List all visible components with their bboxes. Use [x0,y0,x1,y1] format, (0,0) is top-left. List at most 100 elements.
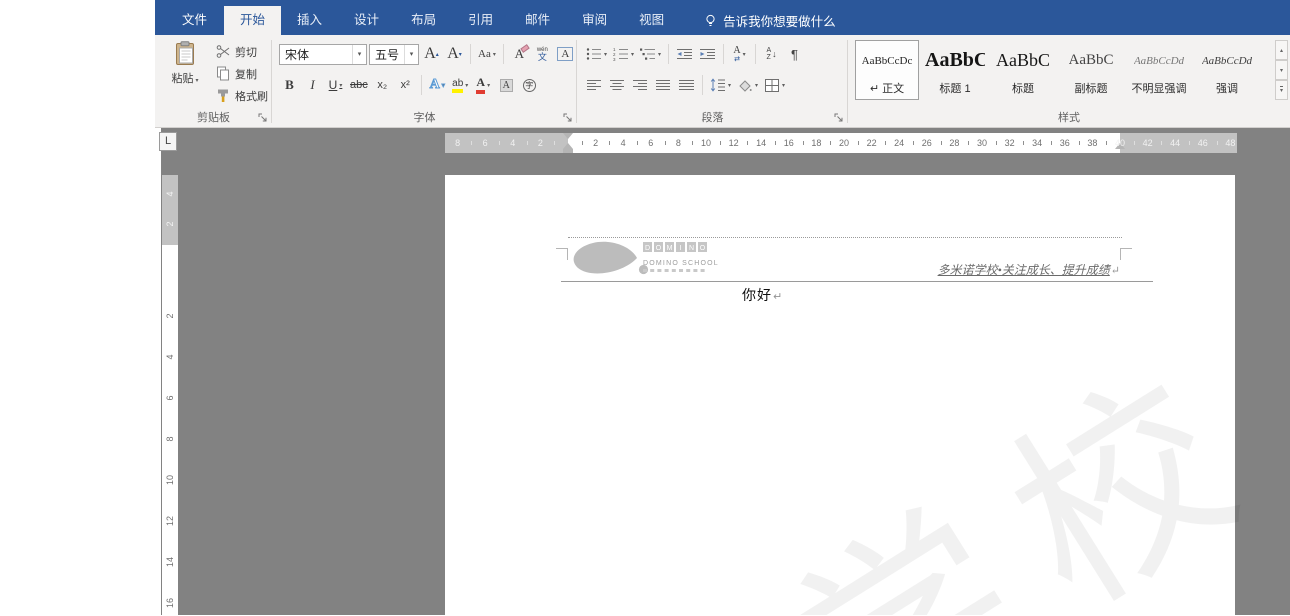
tab-file[interactable]: 文件 [165,6,224,35]
word-window: 文件 开始插入设计布局引用邮件审阅视图 告诉我你想要做什么 粘贴 剪切 [155,0,1290,616]
line-spacing-button[interactable] [708,74,733,96]
document-page[interactable]: 学校 DOMINO DOMINO SCHOOL 多米诺学校•关注成长、提升成绩↵… [445,175,1290,615]
sort-button[interactable]: A Z ↓ [761,43,782,65]
strikethrough-button[interactable]: abc [348,74,370,96]
styles-scroll-down-button[interactable] [1275,60,1288,80]
align-center-button[interactable] [607,74,628,96]
bold-button[interactable]: B [279,74,300,96]
decrease-indent-button[interactable] [674,43,695,65]
style-card-6[interactable]: AaBbCcDd 强调 [1195,40,1259,100]
text-effects-button[interactable]: A [427,74,448,96]
italic-button[interactable]: I [302,74,323,96]
font-name-dropdown[interactable] [352,44,366,64]
header-text-line[interactable]: 多米诺学校•关注成长、提升成绩↵ [568,261,1120,278]
style-card-4[interactable]: AaBbC 副标题 [1059,40,1123,100]
cut-button[interactable]: 剪切 [213,41,271,62]
screen: 文件 开始插入设计布局引用邮件审阅视图 告诉我你想要做什么 粘贴 剪切 [0,0,1290,616]
grow-font-button[interactable]: A [421,43,442,65]
divider [420,75,422,95]
change-case-button[interactable]: Aa [476,43,498,65]
font-size-combo[interactable]: 五号 [369,43,419,65]
vertical-ruler[interactable]: 4 2 2 4 6 8 10 12 14 16 [162,175,178,615]
character-shading-button[interactable]: A [496,74,517,96]
numbering-button[interactable]: 123 [611,43,636,65]
enclose-characters-button[interactable]: 字 [519,74,540,96]
paragraph-dialog-launcher[interactable] [833,112,845,124]
text-boundary-mark-right [1120,248,1132,260]
paste-button[interactable]: 粘贴 [162,41,208,109]
clear-formatting-button[interactable]: A [509,43,530,65]
ruler-tick [1133,141,1135,145]
tab-视图[interactable]: 视图 [623,6,680,35]
phonetic-guide-button[interactable]: wén 文 [532,43,553,65]
tab-设计[interactable]: 设计 [338,6,395,35]
tab-引用[interactable]: 引用 [452,6,509,35]
copy-button[interactable]: 复制 [213,63,271,84]
ruler-number: 6 [648,138,654,148]
styles-scroll-up-button[interactable] [1275,40,1288,60]
ruler-number: 10 [700,138,712,148]
tab-审阅[interactable]: 审阅 [566,6,623,35]
style-preview: AaBbCcDd [1201,54,1253,67]
ruler-tick [1189,141,1190,145]
ruler-number: 4 [165,354,175,360]
bullets-button[interactable] [584,43,609,65]
first-line-indent-marker[interactable] [563,133,573,139]
superscript-button[interactable]: x² [395,74,416,96]
tab-布局[interactable]: 布局 [395,6,452,35]
styles-gallery-scroll [1275,40,1288,100]
highlight-button[interactable]: ab [450,74,471,96]
font-name-combo[interactable]: 宋体 [279,43,367,65]
body-text-line[interactable]: 你好↵ [742,285,783,305]
style-card-3[interactable]: AaBbC 标题 [991,40,1055,100]
tell-me[interactable]: 告诉我你想要做什么 [696,6,844,35]
ruler-tick [1051,141,1052,145]
styles-more-button[interactable] [1275,80,1288,100]
clipboard-dialog-launcher[interactable] [257,112,269,124]
left-indent-marker[interactable] [563,149,573,153]
divider [668,44,670,64]
font-color-button[interactable]: A [473,74,494,96]
align-left-button[interactable] [584,74,605,96]
align-right-button[interactable] [630,74,651,96]
clipboard-group-label: 剪贴板 [197,112,230,124]
increase-indent-button[interactable] [697,43,718,65]
style-card-1[interactable]: AaBbCcDc ↵ 正文 [855,40,919,100]
shrink-font-button[interactable]: A [444,43,465,65]
format-painter-icon [218,89,228,102]
ruler-number: 8 [455,138,461,148]
font-size-dropdown[interactable] [404,44,418,64]
borders-icon [765,78,780,92]
multilevel-list-button[interactable] [638,43,663,65]
show-marks-button[interactable]: ¶ [784,43,805,65]
tell-me-label: 告诉我你想要做什么 [723,15,836,29]
ruler-tick [581,141,583,145]
font-size-value: 五号 [375,47,400,62]
ruler-number: 42 [1142,138,1153,148]
style-card-5[interactable]: AaBbCcDd 不明显强调 [1127,40,1191,100]
justify-button[interactable] [653,74,674,96]
style-card-2[interactable]: AaBbC 标题 1 [923,40,987,100]
ruler-tick [637,141,638,145]
horizontal-ruler[interactable]: 8 6 4 2 2 4 6 8 10 12 14 16 18 20 22 24 26 28 30 32 34 36 38 40… [445,133,1237,153]
shading-button[interactable] [735,74,760,96]
distribute-button[interactable] [676,74,697,96]
ruler-tick [913,141,914,145]
ruler-number: 34 [1032,138,1043,148]
justify-icon [655,79,670,90]
borders-button[interactable] [762,74,787,96]
scissors-icon [216,45,230,58]
font-group-label: 字体 [413,112,436,124]
tab-邮件[interactable]: 邮件 [509,6,566,35]
font-row-1: 宋体 五号 A A Aa A wén文 A [279,42,576,66]
tab-开始[interactable]: 开始 [224,6,282,35]
subscript-button[interactable]: x₂ [372,74,393,96]
header-text: 多米诺学校•关注成长、提升成绩 [937,263,1110,277]
format-painter-button[interactable]: 格式刷 [213,85,271,106]
tab-插入[interactable]: 插入 [281,6,338,35]
character-border-button[interactable]: A [555,43,576,65]
underline-button[interactable]: U [325,74,346,96]
font-dialog-launcher[interactable] [562,112,574,124]
asian-layout-button[interactable]: A ⇄ [729,43,750,65]
tab-stop-selector[interactable]: L [159,132,177,151]
